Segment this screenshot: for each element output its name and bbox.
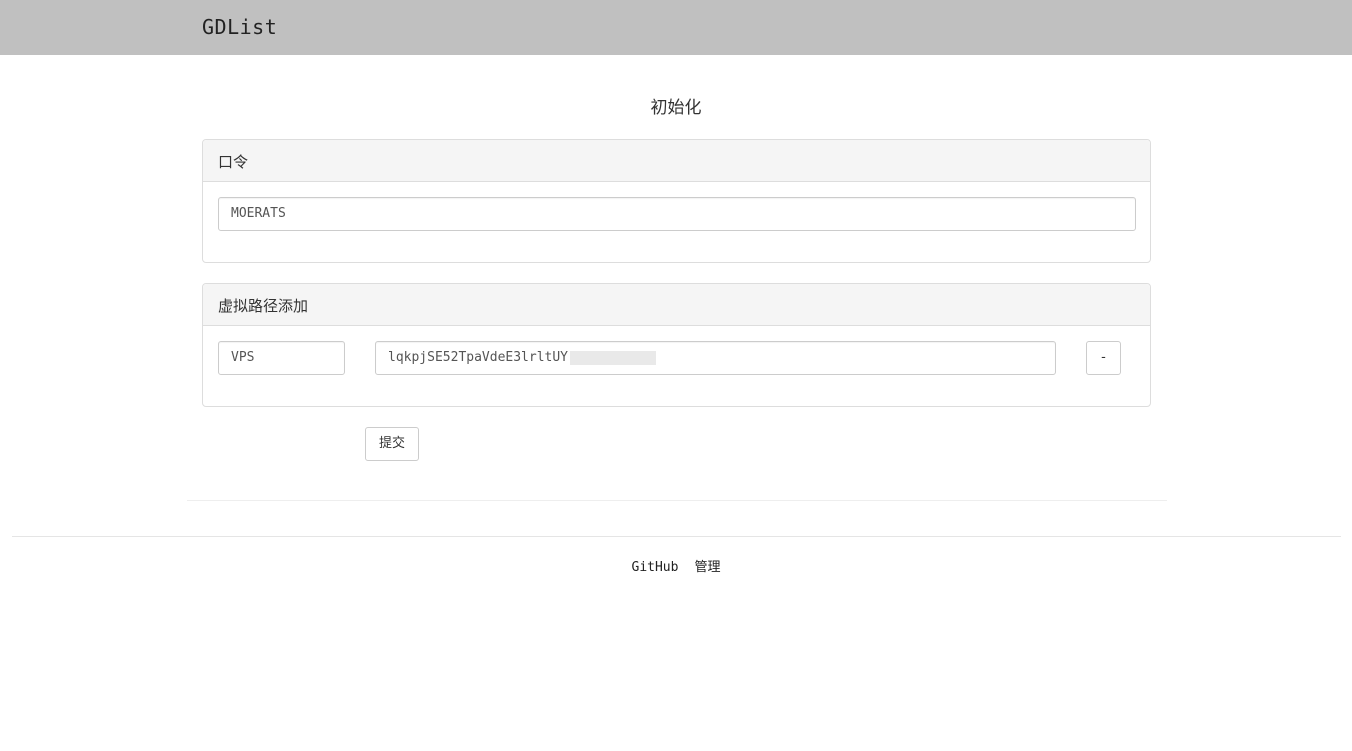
brand-logo-text[interactable]: GDList (202, 15, 277, 39)
page-title: 初始化 (650, 98, 702, 118)
virtual-path-panel-heading: 虚拟路径添加 (203, 284, 1150, 326)
path-name-input[interactable]: VPS (218, 341, 345, 375)
footer: GitHub 管理 (0, 556, 1352, 575)
submit-button[interactable]: 提交 (365, 427, 419, 461)
footer-divider (12, 536, 1341, 537)
redacted-block (570, 350, 657, 365)
admin-link[interactable]: 管理 (694, 560, 720, 575)
drive-id-input[interactable]: lqkpjSE52TpaVdeE3lrltUY (375, 341, 1056, 375)
remove-path-button[interactable]: - (1086, 341, 1121, 375)
top-navbar: GDList (0, 0, 1352, 55)
github-link[interactable]: GitHub (632, 560, 679, 575)
password-panel-heading: 口令 (203, 140, 1150, 182)
virtual-path-panel: 虚拟路径添加 VPS lqkpjSE52TpaVdeE3lrltUY - (202, 283, 1151, 407)
password-panel: 口令 MOERATS (202, 139, 1151, 263)
password-input-value: MOERATS (231, 206, 286, 221)
drive-id-value: lqkpjSE52TpaVdeE3lrltUY (388, 350, 569, 365)
password-input[interactable]: MOERATS (218, 197, 1136, 231)
content-divider (187, 500, 1167, 501)
path-name-value: VPS (231, 350, 255, 365)
